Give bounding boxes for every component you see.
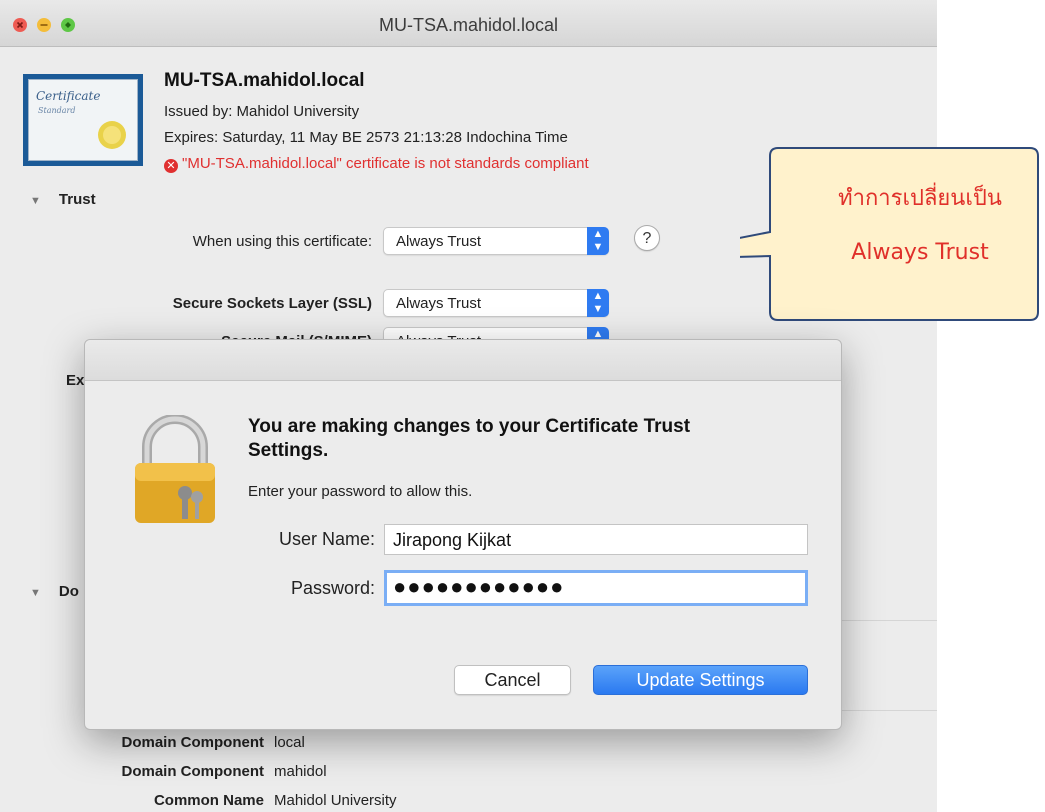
certificate-name: MU-TSA.mahidol.local — [164, 70, 365, 91]
detail-row-label: Domain Component — [121, 734, 265, 751]
certificate-issuer: Issued by: Mahidol University — [164, 103, 360, 120]
update-settings-button[interactable]: Update Settings — [593, 665, 808, 695]
disclosure-triangle-icon[interactable]: ▼ — [30, 195, 41, 207]
help-button[interactable]: ? — [634, 225, 660, 251]
window-titlebar: MU-TSA.mahidol.local — [0, 0, 937, 47]
chevron-updown-icon: ▲▼ — [587, 289, 609, 317]
dialog-subtitle: Enter your password to allow this. — [248, 483, 473, 500]
detail-row-label: Domain Component — [121, 763, 265, 780]
certificate-icon: Certificate Standard — [23, 74, 143, 166]
ssl-label: Secure Sockets Layer (SSL) — [172, 295, 372, 312]
chevron-updown-icon: ▲▼ — [587, 227, 609, 255]
when-using-label: When using this certificate: — [192, 233, 372, 250]
dialog-titlebar — [85, 340, 841, 381]
username-label: User Name: — [278, 529, 375, 549]
window-title: MU-TSA.mahidol.local — [378, 15, 559, 35]
certificate-error: ✕ "MU-TSA.mahidol.local" certificate is n… — [164, 155, 589, 173]
trust-section-header[interactable]: ▼ Trust — [30, 191, 96, 208]
cancel-button[interactable]: Cancel — [454, 665, 571, 695]
ssl-popup[interactable]: Always Trust ▲ ▼ — [383, 289, 609, 317]
certificate-error-text: "MU-TSA.mahidol.local" certificate is no… — [182, 155, 589, 172]
trust-section-label: Trust — [58, 191, 96, 208]
callout-bubble — [740, 147, 1039, 321]
error-icon: ✕ — [164, 159, 178, 173]
ssl-value: Always Trust — [396, 295, 482, 312]
detail-row-value: local — [274, 734, 305, 751]
when-using-popup[interactable]: Always Trust ▲ ▼ — [383, 227, 609, 255]
certificate-expiry: Expires: Saturday, 11 May BE 2573 21:13:… — [164, 129, 568, 146]
callout-line-1: ทำการเปลี่ยนเป็น — [838, 186, 1002, 211]
details-section-label: Do — [58, 583, 79, 600]
certificate-icon-subtitle: Standard — [38, 106, 76, 115]
dialog-title: You are making changes to your Certifica… — [248, 416, 691, 461]
disclosure-triangle-icon[interactable]: ▼ — [30, 587, 41, 599]
detail-row-label: Common Name — [153, 792, 264, 809]
callout-line-2: Always Trust — [851, 240, 989, 265]
password-label: Password: — [290, 578, 375, 598]
when-using-value: Always Trust — [396, 233, 482, 250]
certificate-seal-icon — [98, 121, 126, 149]
detail-row-value: Mahidol University — [274, 792, 397, 809]
detail-row-value: mahidol — [274, 763, 327, 780]
username-field[interactable]: Jirapong Kijkat — [384, 524, 808, 555]
details-section-header[interactable]: ▼ Do — [30, 583, 79, 600]
auth-dialog: You are making changes to your Certifica… — [84, 339, 842, 730]
certificate-icon-title: Certificate — [36, 89, 101, 103]
extended-usage-label: Ex — [66, 372, 85, 389]
password-field[interactable]: ●●●●●●●●●●●● — [384, 570, 808, 606]
lock-icon — [135, 415, 215, 523]
